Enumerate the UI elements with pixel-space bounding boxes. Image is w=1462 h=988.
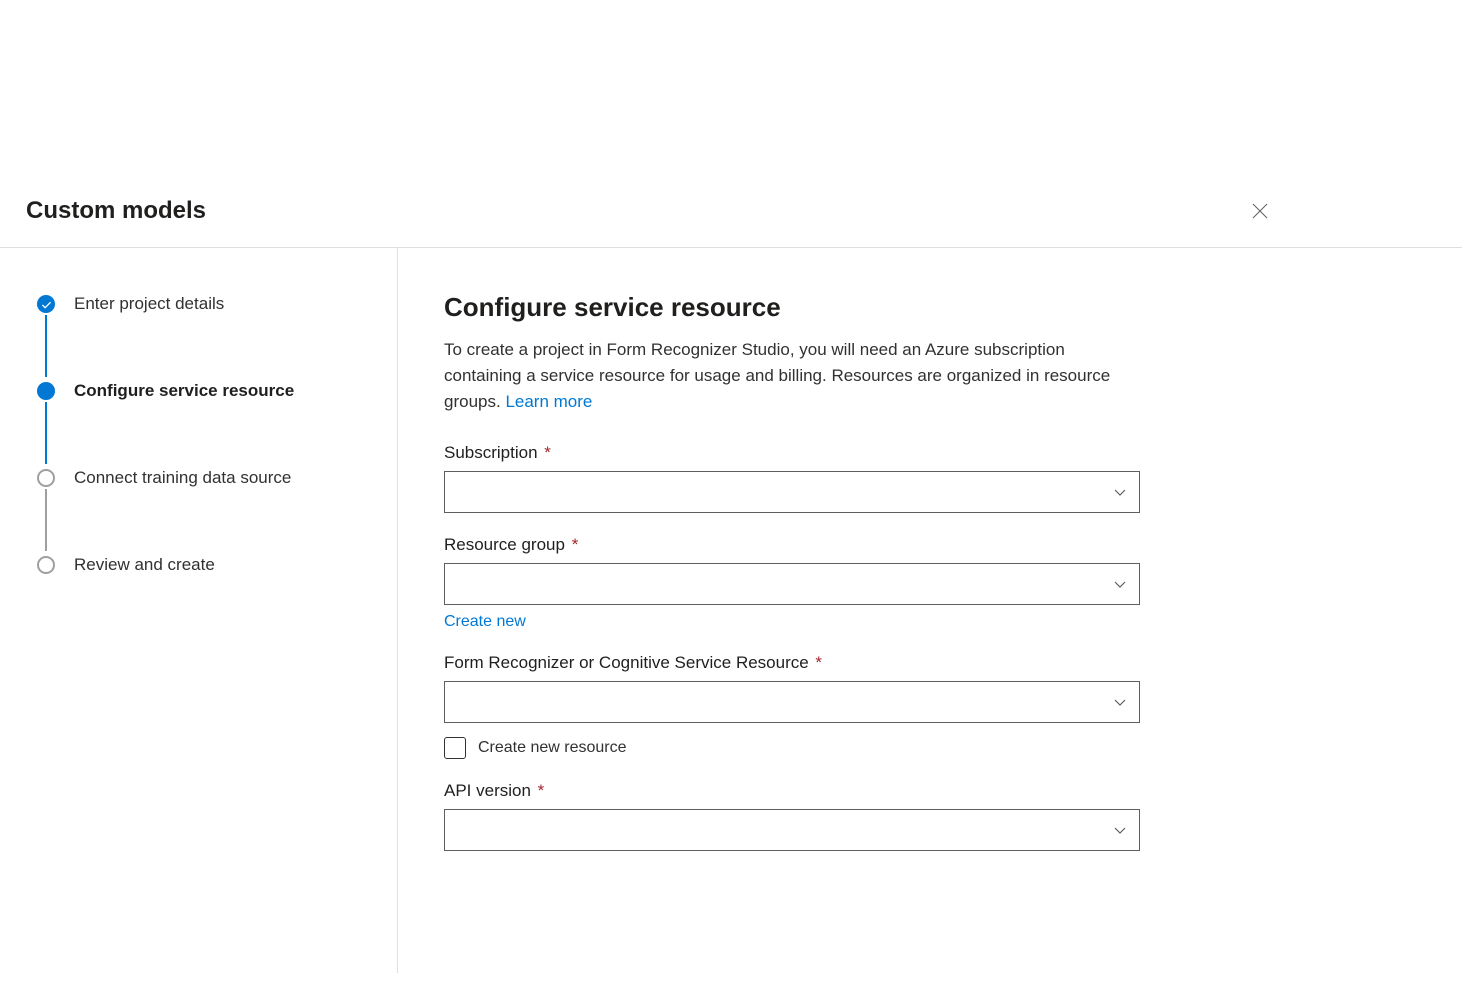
panel-description: To create a project in Form Recognizer S…	[444, 337, 1144, 415]
step-configure-service-resource[interactable]: Configure service resource	[36, 379, 371, 466]
chevron-down-icon	[1113, 823, 1127, 837]
required-mark: *	[533, 781, 544, 800]
step-review-and-create[interactable]: Review and create	[36, 553, 371, 577]
create-new-resource-checkbox-label: Create new resource	[478, 739, 627, 757]
required-mark: *	[811, 653, 822, 672]
step-label: Enter project details	[74, 292, 224, 316]
panel-heading: Configure service resource	[444, 292, 1416, 323]
chevron-down-icon	[1113, 485, 1127, 499]
subscription-label: Subscription *	[444, 443, 1140, 463]
close-button[interactable]	[1244, 195, 1276, 227]
step-enter-project-details[interactable]: Enter project details	[36, 292, 371, 379]
step-active-icon	[37, 382, 55, 400]
service-resource-dropdown[interactable]	[444, 681, 1140, 723]
required-mark: *	[540, 443, 551, 462]
service-resource-label: Form Recognizer or Cognitive Service Res…	[444, 653, 1140, 673]
step-inactive-icon	[37, 469, 55, 487]
step-completed-icon	[37, 295, 55, 313]
resource-group-label: Resource group *	[444, 535, 1140, 555]
step-connector	[45, 402, 47, 464]
service-resource-field: Form Recognizer or Cognitive Service Res…	[444, 653, 1140, 759]
required-mark: *	[567, 535, 578, 554]
step-connector	[45, 315, 47, 377]
page-title: Custom models	[26, 197, 206, 225]
subscription-dropdown[interactable]	[444, 471, 1140, 513]
step-label: Review and create	[74, 553, 215, 577]
subscription-field: Subscription *	[444, 443, 1140, 513]
main-panel: Configure service resource To create a p…	[398, 248, 1462, 973]
close-icon	[1252, 203, 1268, 219]
header-bar: Custom models	[0, 195, 1462, 248]
api-version-label: API version *	[444, 781, 1140, 801]
step-connect-training-data-source[interactable]: Connect training data source	[36, 466, 371, 553]
step-label: Configure service resource	[74, 379, 294, 403]
api-version-dropdown[interactable]	[444, 809, 1140, 851]
step-inactive-icon	[37, 556, 55, 574]
create-new-resource-checkbox[interactable]	[444, 737, 466, 759]
chevron-down-icon	[1113, 577, 1127, 591]
resource-group-field: Resource group * Create new	[444, 535, 1140, 631]
create-new-resource-row: Create new resource	[444, 737, 1140, 759]
learn-more-link[interactable]: Learn more	[505, 392, 592, 411]
step-label: Connect training data source	[74, 466, 291, 490]
resource-group-dropdown[interactable]	[444, 563, 1140, 605]
wizard-steps-sidebar: Enter project details Configure service …	[0, 248, 398, 973]
api-version-field: API version *	[444, 781, 1140, 851]
create-new-resource-group-link[interactable]: Create new	[444, 613, 526, 631]
step-connector	[45, 489, 47, 551]
chevron-down-icon	[1113, 695, 1127, 709]
